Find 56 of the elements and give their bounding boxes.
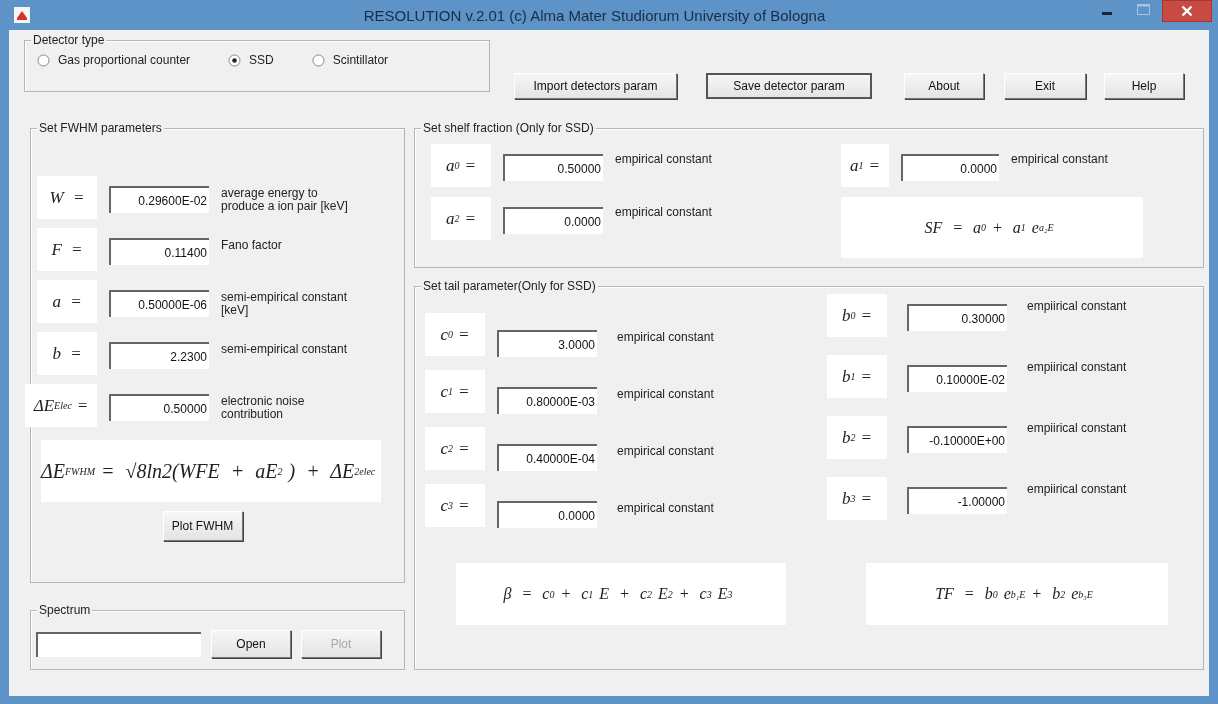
description-text: empirical constant [615, 206, 713, 219]
toolbar-button[interactable]: Help [1104, 73, 1184, 99]
description-text: empirical constant [615, 153, 713, 166]
toolbar-button[interactable]: Exit [1004, 73, 1086, 99]
app-icon [14, 7, 30, 23]
value-field[interactable]: -1.00000 [907, 487, 1007, 514]
value-field[interactable]: 0.29600E-02 [109, 186, 209, 213]
toolbar-button[interactable]: About [904, 73, 984, 99]
group-title: Set tail parameter(Only for SSD) [421, 279, 598, 293]
toolbar-button[interactable]: Import detectors param [514, 73, 677, 99]
value-field[interactable]: 0.40000E-04 [497, 444, 597, 471]
symbol-label: a = [37, 280, 97, 323]
value-field[interactable]: -0.10000E+00 [907, 426, 1007, 453]
radio-option[interactable]: Scintillator [311, 53, 389, 67]
description-text: empirical constant [617, 331, 715, 344]
value-field[interactable]: 0.10000E-02 [907, 365, 1007, 392]
value-field[interactable]: 0.80000E-03 [497, 387, 597, 414]
radio-option[interactable]: Gas proportional counter [37, 53, 191, 67]
symbol-label: F = [37, 228, 97, 271]
value-field[interactable]: 3.0000 [497, 330, 597, 357]
radio-option[interactable]: SSD [228, 53, 274, 67]
description-text: empiirical constant [1027, 422, 1128, 435]
description-text: empirical constant [617, 388, 715, 401]
spectrum-button[interactable]: Open [211, 630, 291, 658]
value-field[interactable]: 0.30000 [907, 304, 1007, 331]
description-text: semi-empirical constant [keV] [221, 291, 349, 317]
description-text: empiirical constant [1027, 483, 1128, 496]
symbol-label: W = [37, 176, 97, 219]
description-text: empirical constant [1011, 153, 1109, 166]
description-text: empirical constant [617, 502, 715, 515]
value-field[interactable]: 0.50000 [503, 154, 603, 181]
description-text: electronic noise contribution [221, 395, 306, 421]
group-title: Detector type [31, 33, 107, 47]
spectrum-file-field[interactable] [36, 631, 201, 657]
plot-fwhm-button[interactable]: Plot FWHM [162, 511, 243, 541]
close-button[interactable] [1162, 0, 1212, 22]
group-title: Spectrum [37, 603, 93, 617]
value-field[interactable]: 2.2300 [109, 342, 209, 369]
description-text: empiirical constant [1027, 361, 1128, 374]
value-field[interactable]: 0.0000 [497, 501, 597, 528]
group-title: Set FWHM parameters [37, 121, 164, 135]
description-text: empirical constant [617, 445, 715, 458]
description-text: semi-empirical constant [221, 343, 349, 356]
toolbar-button[interactable]: Save detector param [706, 73, 872, 99]
description-text: Fano factor [221, 239, 283, 252]
value-field[interactable]: 0.0000 [901, 154, 999, 181]
value-field[interactable]: 0.50000E-06 [109, 290, 209, 317]
value-field[interactable]: 0.11400 [109, 238, 209, 265]
description-text: average energy to produce a ion pair [keV] [221, 187, 349, 213]
value-field[interactable]: 0.0000 [503, 207, 603, 234]
group-title: Set shelf fraction (Only for SSD) [421, 121, 596, 135]
symbol-label: b = [37, 332, 97, 375]
description-text: empiirical constant [1027, 300, 1128, 313]
window-title: RESOLUTION v.2.01 (c) Alma Mater Studiorum University of Bologna [362, 6, 827, 24]
close-icon [1181, 5, 1193, 17]
value-field[interactable]: 0.50000 [109, 394, 209, 421]
